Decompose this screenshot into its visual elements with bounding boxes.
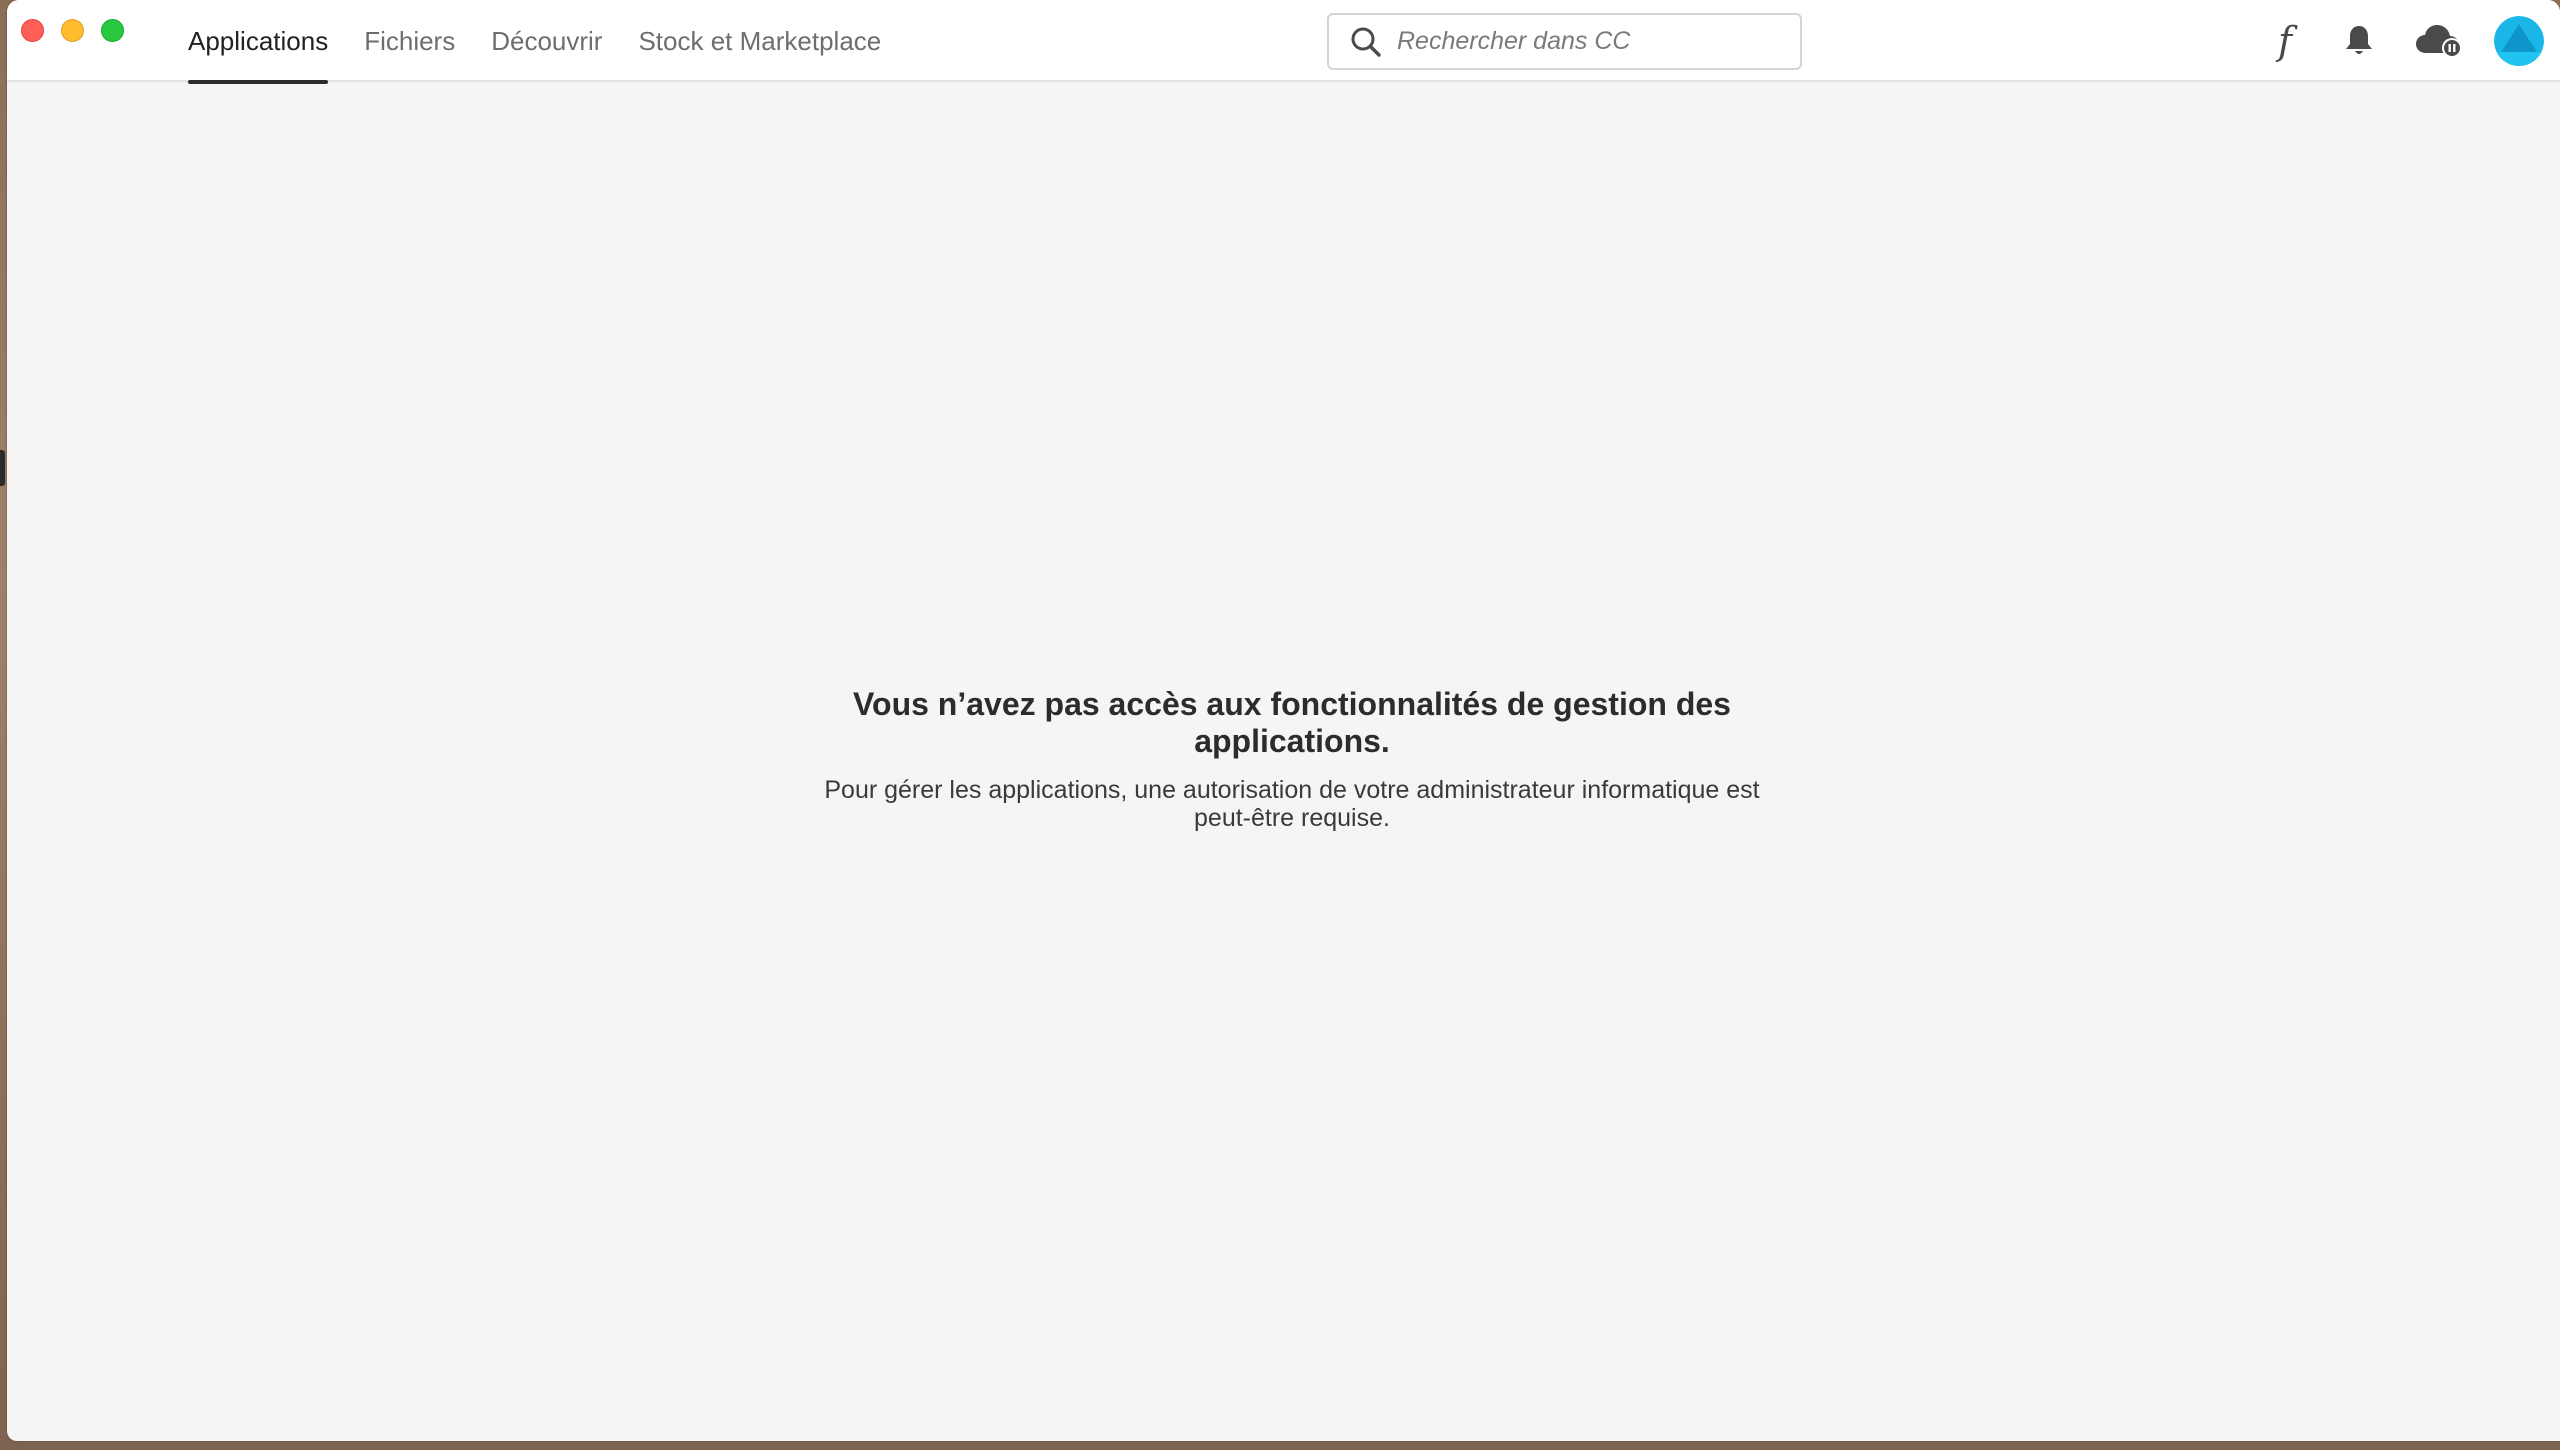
- window-edge-handle: [0, 450, 5, 486]
- app-window: Applications Fichiers Découvrir Stock et…: [7, 0, 2560, 1441]
- search-icon: [1351, 27, 1381, 57]
- avatar[interactable]: [2494, 16, 2544, 66]
- avatar-image: [2494, 16, 2544, 66]
- title-bar: Applications Fichiers Découvrir Stock et…: [7, 0, 2560, 84]
- main-tabs: Applications Fichiers Découvrir Stock et…: [188, 0, 917, 84]
- search-box[interactable]: [1327, 13, 1802, 70]
- message-body: Pour gérer les applications, une autoris…: [824, 776, 1760, 832]
- tab-stock-marketplace[interactable]: Stock et Marketplace: [638, 0, 881, 82]
- no-access-message: Vous n’avez pas accès aux fonctionnalité…: [797, 686, 1787, 832]
- zoom-icon[interactable]: [101, 19, 124, 42]
- bell-glyph: [2346, 26, 2372, 54]
- main-content: Vous n’avez pas accès aux fonctionnalité…: [7, 82, 2560, 1441]
- cloud-sync-icon[interactable]: [2409, 0, 2469, 82]
- message-title: Vous n’avez pas accès aux fonctionnalité…: [853, 686, 1731, 759]
- tab-applications[interactable]: Applications: [188, 0, 329, 84]
- search-input[interactable]: [1397, 27, 1777, 56]
- close-icon[interactable]: [21, 19, 44, 42]
- tab-decouvrir[interactable]: Découvrir: [491, 0, 602, 82]
- cloud-glyph: [2416, 25, 2462, 58]
- fonts-icon[interactable]: f: [2265, 0, 2305, 82]
- minimize-icon[interactable]: [61, 19, 84, 42]
- bell-icon[interactable]: [2337, 0, 2381, 82]
- tab-fichiers[interactable]: Fichiers: [364, 0, 455, 82]
